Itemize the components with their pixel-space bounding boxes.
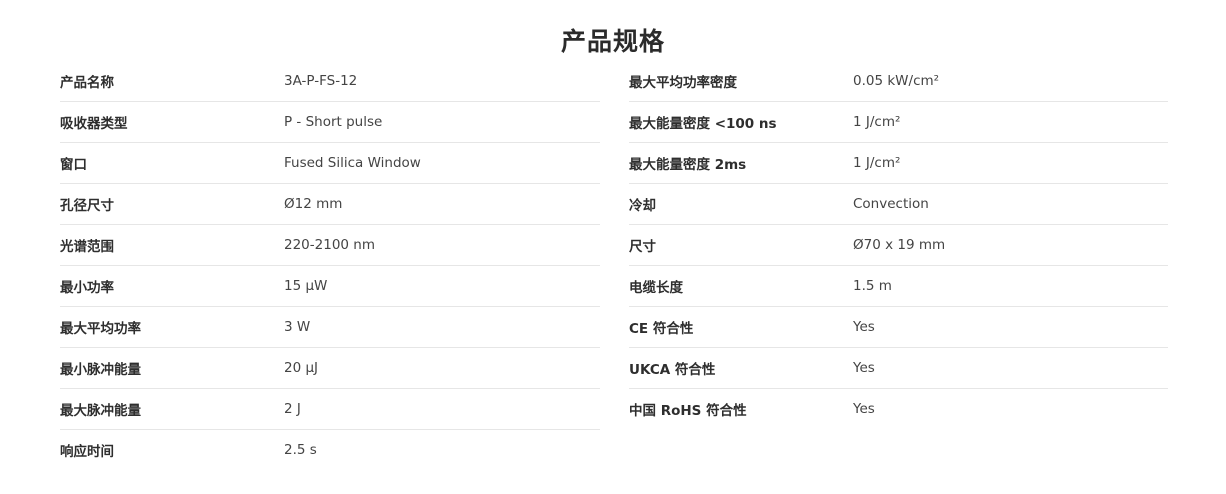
spec-row: 最小脉冲能量 20 µJ xyxy=(60,348,600,389)
spec-value: Ø70 x 19 mm xyxy=(853,237,946,253)
spec-label: 吸收器类型 xyxy=(60,116,128,132)
spec-row: 电缆长度 1.5 m xyxy=(629,266,1168,307)
spec-label: 电缆长度 xyxy=(629,280,683,296)
spec-label: 最小功率 xyxy=(60,280,114,296)
spec-label: 最大能量密度 2ms xyxy=(629,157,747,173)
spec-label: 产品名称 xyxy=(60,75,114,91)
spec-label: 最大能量密度 <100 ns xyxy=(629,116,777,132)
spec-label: 最大脉冲能量 xyxy=(60,403,141,419)
spec-value: 15 µW xyxy=(284,278,328,294)
spec-row: 最大能量密度 2ms 1 J/cm² xyxy=(629,143,1168,184)
spec-label: 冷却 xyxy=(629,198,656,214)
spec-label: UKCA 符合性 xyxy=(629,362,716,378)
spec-value: 20 µJ xyxy=(284,360,319,376)
spec-value: 2.5 s xyxy=(284,442,317,458)
spec-value: Yes xyxy=(853,319,875,335)
spec-value: 1 J/cm² xyxy=(853,155,901,171)
spec-row: 最大平均功率密度 0.05 kW/cm² xyxy=(629,61,1168,102)
spec-row: 光谱范围 220-2100 nm xyxy=(60,225,600,266)
spec-row: 冷却 Convection xyxy=(629,184,1168,225)
spec-label: CE 符合性 xyxy=(629,321,694,337)
spec-label: 窗口 xyxy=(60,157,87,173)
spec-row: 中国 RoHS 符合性 Yes xyxy=(629,389,1168,429)
spec-label: 尺寸 xyxy=(629,239,656,255)
spec-row: 最大脉冲能量 2 J xyxy=(60,389,600,430)
spec-row: 最大能量密度 <100 ns 1 J/cm² xyxy=(629,102,1168,143)
spec-row: 窗口 Fused Silica Window xyxy=(60,143,600,184)
spec-value: 0.05 kW/cm² xyxy=(853,73,940,89)
spec-value: Yes xyxy=(853,401,875,417)
spec-label: 响应时间 xyxy=(60,444,114,460)
spec-value: 3A-P-FS-12 xyxy=(284,73,358,89)
spec-value: 2 J xyxy=(284,401,301,417)
spec-value: 220-2100 nm xyxy=(284,237,375,253)
spec-title: 产品规格 xyxy=(560,27,665,56)
spec-row: UKCA 符合性 Yes xyxy=(629,348,1168,389)
spec-value: Fused Silica Window xyxy=(284,155,421,171)
spec-row: 孔径尺寸 Ø12 mm xyxy=(60,184,600,225)
spec-row: 响应时间 2.5 s xyxy=(60,430,600,470)
spec-label: 中国 RoHS 符合性 xyxy=(629,403,747,419)
spec-row: 吸收器类型 P - Short pulse xyxy=(60,102,600,143)
spec-table-right: 最大平均功率密度 0.05 kW/cm² 最大能量密度 <100 ns 1 J/… xyxy=(629,61,1168,429)
spec-table-left: 产品名称 3A-P-FS-12 吸收器类型 P - Short pulse 窗口… xyxy=(60,61,600,470)
spec-row: 最小功率 15 µW xyxy=(60,266,600,307)
spec-row: 最大平均功率 3 W xyxy=(60,307,600,348)
spec-row: 尺寸 Ø70 x 19 mm xyxy=(629,225,1168,266)
spec-label: 最大平均功率密度 xyxy=(629,75,737,91)
spec-value: 1.5 m xyxy=(853,278,892,294)
spec-value: Convection xyxy=(853,196,929,212)
spec-label: 孔径尺寸 xyxy=(60,198,114,214)
spec-label: 光谱范围 xyxy=(60,239,114,255)
spec-value: 3 W xyxy=(284,319,311,335)
spec-label: 最大平均功率 xyxy=(60,321,141,337)
spec-value: Yes xyxy=(853,360,875,376)
spec-value: 1 J/cm² xyxy=(853,114,901,130)
spec-row: 产品名称 3A-P-FS-12 xyxy=(60,61,600,102)
spec-value: P - Short pulse xyxy=(284,114,383,130)
spec-row: CE 符合性 Yes xyxy=(629,307,1168,348)
spec-value: Ø12 mm xyxy=(284,196,343,212)
spec-label: 最小脉冲能量 xyxy=(60,362,141,378)
